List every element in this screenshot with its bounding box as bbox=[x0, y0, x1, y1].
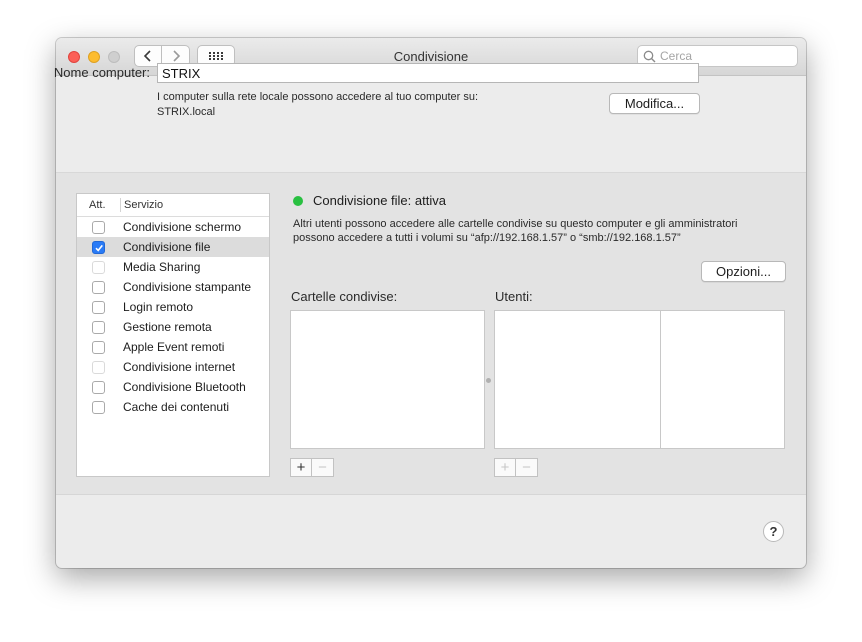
service-list: Att. Servizio Condivisione schermo Condiv… bbox=[76, 193, 270, 477]
service-checkbox[interactable] bbox=[92, 381, 105, 394]
service-row[interactable]: Gestione remota bbox=[77, 317, 269, 337]
computer-name-field[interactable] bbox=[157, 63, 699, 83]
search-input[interactable] bbox=[660, 48, 792, 64]
edit-name-button[interactable]: Modifica... bbox=[609, 93, 700, 114]
service-label: Condivisione internet bbox=[123, 360, 236, 374]
service-checkbox[interactable] bbox=[92, 281, 105, 294]
service-checkbox[interactable] bbox=[92, 401, 105, 414]
service-row[interactable]: Condivisione schermo bbox=[77, 217, 269, 237]
status-text: Condivisione file: attiva bbox=[313, 193, 446, 208]
status-indicator bbox=[293, 196, 303, 206]
service-row[interactable]: Apple Event remoti bbox=[77, 337, 269, 357]
service-label: Condivisione schermo bbox=[123, 220, 242, 234]
service-description-line2: possono accedere a tutti i volumi su “af… bbox=[293, 232, 681, 244]
service-row[interactable]: Condivisione internet bbox=[77, 357, 269, 377]
chevron-left-icon bbox=[143, 50, 151, 62]
column-header-on[interactable]: Att. bbox=[89, 199, 106, 211]
zoom-window-button[interactable] bbox=[108, 51, 120, 63]
add-user-button[interactable]: + bbox=[494, 458, 516, 477]
service-label: Apple Event remoti bbox=[123, 340, 225, 354]
service-checkbox bbox=[92, 361, 105, 374]
service-checkbox[interactable] bbox=[92, 301, 105, 314]
shared-folders-label: Cartelle condivise: bbox=[291, 289, 398, 304]
service-label: Media Sharing bbox=[123, 260, 201, 274]
users-list[interactable] bbox=[494, 310, 661, 449]
service-row[interactable]: Condivisione stampante bbox=[77, 277, 269, 297]
shared-folders-add-remove: + − bbox=[290, 458, 334, 477]
checkmark-icon bbox=[95, 244, 103, 252]
service-row[interactable]: Media Sharing bbox=[77, 257, 269, 277]
users-add-remove: + − bbox=[494, 458, 538, 477]
service-row[interactable]: Condivisione Bluetooth bbox=[77, 377, 269, 397]
shared-folders-list[interactable] bbox=[290, 310, 485, 449]
local-address-value: STRIX.local bbox=[157, 106, 216, 118]
help-button[interactable]: ? bbox=[763, 521, 784, 542]
service-checkbox bbox=[92, 261, 105, 274]
service-label: Login remoto bbox=[123, 300, 194, 314]
service-list-header: Att. Servizio bbox=[77, 194, 269, 217]
service-checkbox[interactable] bbox=[92, 321, 105, 334]
grid-icon bbox=[209, 52, 223, 60]
service-checkbox[interactable] bbox=[92, 241, 105, 254]
search-icon bbox=[643, 50, 656, 63]
service-label: Cache dei contenuti bbox=[123, 400, 230, 414]
service-checkbox[interactable] bbox=[92, 341, 105, 354]
remove-folder-button[interactable]: − bbox=[312, 458, 334, 477]
service-rows: Condivisione schermo Condivisione file Med… bbox=[77, 217, 269, 417]
service-row[interactable]: Login remoto bbox=[77, 297, 269, 317]
minimize-window-button[interactable] bbox=[88, 51, 100, 63]
local-address-note: I computer sulla rete locale possono acc… bbox=[157, 90, 478, 120]
add-folder-button[interactable]: + bbox=[290, 458, 312, 477]
service-label: Condivisione file bbox=[123, 240, 211, 254]
service-description: Altri utenti possono accedere alle carte… bbox=[293, 217, 793, 245]
remove-user-button[interactable]: − bbox=[516, 458, 538, 477]
close-window-button[interactable] bbox=[68, 51, 80, 63]
options-button[interactable]: Opzioni... bbox=[701, 261, 786, 282]
service-row[interactable]: Cache dei contenuti bbox=[77, 397, 269, 417]
permissions-list[interactable] bbox=[660, 310, 785, 449]
service-checkbox[interactable] bbox=[92, 221, 105, 234]
computer-name-label: Nome computer: bbox=[53, 65, 150, 80]
service-label: Condivisione Bluetooth bbox=[123, 380, 246, 394]
users-label: Utenti: bbox=[495, 289, 533, 304]
split-handle[interactable] bbox=[486, 378, 491, 383]
chevron-right-icon bbox=[172, 50, 180, 62]
service-description-line1: Altri utenti possono accedere alle carte… bbox=[293, 218, 738, 230]
service-label: Gestione remota bbox=[123, 320, 212, 334]
column-divider bbox=[120, 198, 121, 212]
local-address-note-line1: I computer sulla rete locale possono acc… bbox=[157, 91, 479, 103]
column-header-service[interactable]: Servizio bbox=[124, 199, 163, 211]
service-label: Condivisione stampante bbox=[123, 280, 252, 294]
service-row[interactable]: Condivisione file bbox=[77, 237, 269, 257]
